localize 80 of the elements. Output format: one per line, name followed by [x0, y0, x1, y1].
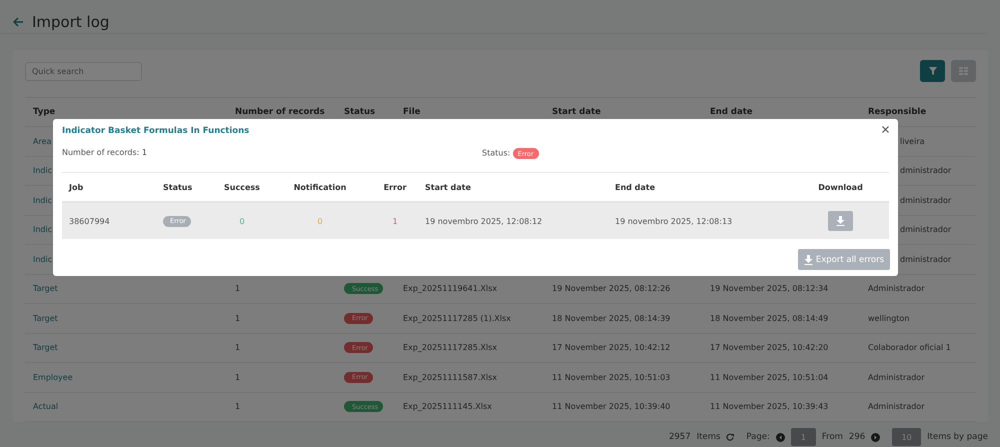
table-cell-text: Administrador [867, 372, 926, 382]
table-cell-text: Administrador [867, 284, 926, 294]
table-cell-text: 1 [234, 372, 242, 382]
table-cell-text: Exp_20251117285 (1).Xlsx [402, 314, 512, 323]
refresh-icon[interactable] [726, 433, 734, 441]
type-link[interactable]: Target [25, 343, 227, 352]
download-button[interactable] [828, 211, 853, 231]
column-header: Start date [424, 182, 472, 192]
column-header: Number of records [234, 107, 326, 117]
column-header: Notification [292, 182, 348, 192]
page-count: 296 [848, 432, 866, 442]
column-header: Responsible [867, 107, 928, 117]
table-cell-text: 1 [234, 343, 242, 352]
filter-icon [928, 67, 936, 75]
column-header: End date [709, 107, 754, 117]
download-icon [836, 216, 845, 226]
previous-page-icon[interactable] [776, 432, 785, 442]
table-cell-text: 0 [238, 216, 246, 226]
table-cell-text: Exp_20251111587.Xlsx [402, 372, 498, 382]
records-value: 1 [142, 148, 147, 157]
table-cell-text: 1 [391, 216, 399, 226]
type-link[interactable]: Employee [25, 372, 227, 382]
search-field[interactable]: Quick search [25, 62, 142, 80]
close-icon [882, 126, 889, 133]
table-cell-text: 19 November 2025, 08:12:34 [709, 284, 830, 294]
table-cell-text: 17 November 2025, 10:42:20 [709, 343, 830, 352]
table-cell-text: Exp_20251117285.Xlsx [402, 343, 498, 352]
column-header: Error [382, 182, 408, 192]
column-header: File [402, 107, 422, 117]
table-cell-text: 0 [316, 216, 324, 226]
records-label: Number of records: [62, 148, 140, 157]
page-label: Page: [746, 432, 770, 442]
column-header: Success [223, 182, 261, 192]
table-cell-text: 11 November 2025, 10:51:04 [709, 372, 830, 382]
table-cell-text: 18 November 2025, 08:14:49 [709, 314, 830, 323]
table-cell-text: 17 November 2025, 10:42:12 [551, 343, 672, 352]
table-cell: dministrador [900, 254, 952, 264]
table-cell-text: 11 November 2025, 10:39:43 [709, 402, 830, 412]
table-cell-text: wellington [867, 314, 910, 323]
from-label: From [822, 432, 843, 442]
table-cell-text: 1 [234, 284, 242, 294]
table-cell-text: 1 [234, 402, 242, 412]
type-link[interactable]: Target [25, 314, 227, 323]
table-cell-text: 11 November 2025, 10:39:40 [551, 402, 672, 412]
column-header: Job [68, 182, 84, 192]
table-cell-text: Exp_2025111145.Xlsx [402, 402, 493, 412]
table-cell-text: 18 November 2025, 08:14:39 [551, 314, 672, 323]
type-link[interactable]: Actual [25, 402, 227, 412]
page-title: Import log [32, 12, 110, 30]
item-count: 2957 [668, 432, 691, 442]
export-button[interactable]: Export all errors [798, 249, 890, 270]
column-header: Download [817, 182, 864, 192]
column-header: Start date [551, 107, 602, 117]
items-label: Items [696, 432, 720, 442]
column-header: Status [343, 107, 376, 117]
type-link[interactable]: Target [25, 284, 227, 294]
grid-icon [959, 67, 968, 75]
table-cell-text: 19 novembro 2025, 12:08:13 [614, 216, 734, 226]
column-header: End date [614, 182, 656, 192]
table-cell-text: 19 November 2025, 08:12:26 [551, 284, 672, 294]
table-cell: dministrador [900, 196, 952, 205]
back-arrow-icon[interactable] [13, 16, 24, 26]
download-icon [804, 254, 813, 264]
table-cell-text: Administrador [867, 402, 926, 412]
table-cell: dministrador [900, 225, 952, 234]
table-cell-text: 11 November 2025, 10:51:03 [551, 372, 672, 382]
column-header: Type [32, 107, 56, 117]
table-cell-text: Exp_20251119641.Xlsx [402, 284, 498, 294]
status-label: Status: [482, 148, 510, 158]
items-per-page-label: Items by page [927, 432, 988, 442]
table-cell-text: 38607994 [68, 216, 111, 226]
modal-title: Indicator Basket Formulas In Functions [62, 126, 250, 136]
filter-button[interactable] [920, 60, 945, 82]
next-page-icon[interactable] [871, 432, 880, 442]
table-cell-text: 1 [234, 314, 242, 323]
table-cell: liveira [900, 136, 925, 146]
table-cell-text: Colaborador oficial 1 [867, 343, 952, 352]
column-header: Status [162, 182, 194, 192]
table-cell-text: 19 novembro 2025, 12:08:12 [424, 216, 544, 226]
table-cell: dministrador [900, 166, 952, 176]
